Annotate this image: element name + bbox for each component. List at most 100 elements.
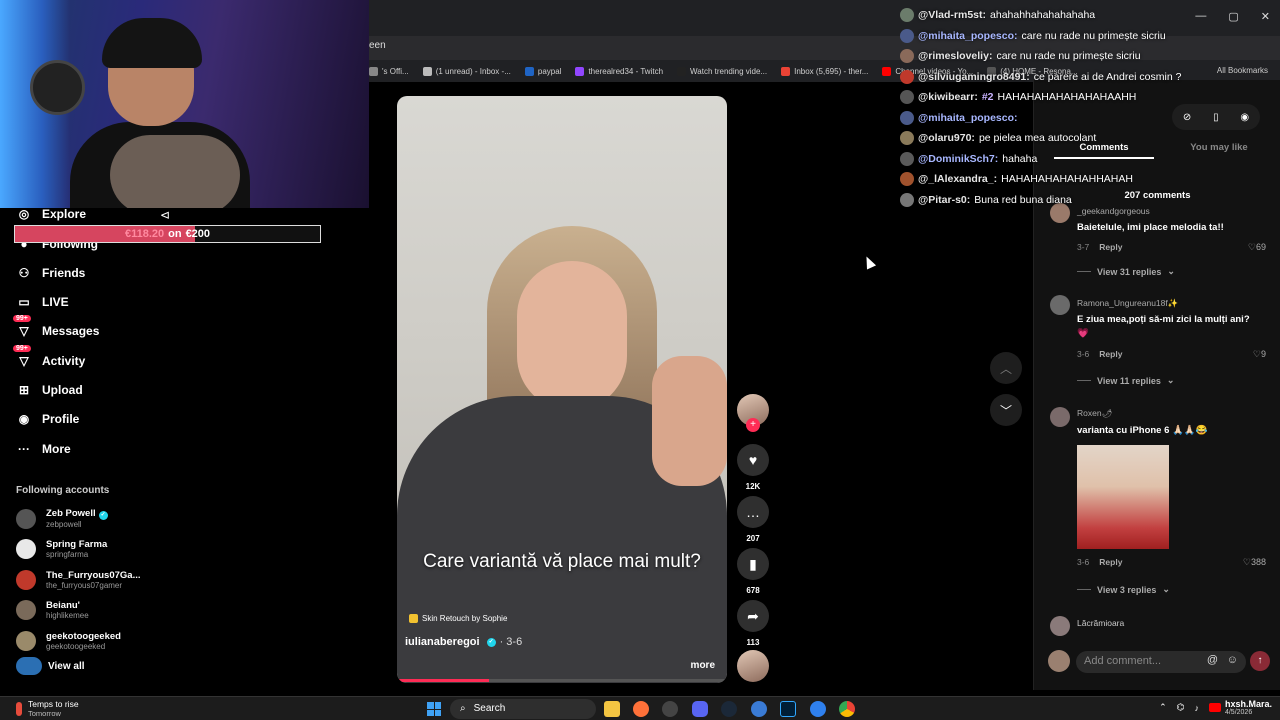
more-button[interactable]: more: [691, 660, 715, 671]
photoshop-icon[interactable]: [780, 701, 796, 717]
following-accounts-title: Following accounts: [16, 485, 110, 496]
verified-icon: ✓: [486, 637, 496, 647]
minimize-button[interactable]: —: [1195, 10, 1206, 23]
chevron-up-icon: ︿: [999, 361, 1012, 376]
view-all-link[interactable]: View all: [16, 657, 85, 675]
bookmark-item[interactable]: therealred34 - Twitch: [575, 66, 663, 76]
thermometer-icon: [16, 701, 22, 716]
maximize-button[interactable]: ▢: [1228, 10, 1238, 23]
comment-username[interactable]: Lăcrămioara: [1077, 618, 1124, 628]
close-button[interactable]: ✕: [1261, 10, 1270, 23]
comment-avatar[interactable]: [1050, 616, 1070, 636]
comment-item: Roxen🌶 varianta cu iPhone 6 🙏🏻🙏🏻😂 3-6 Re…: [1050, 407, 1270, 597]
video-progress-bar[interactable]: [397, 679, 727, 682]
sidebar-item-more[interactable]: ··· More: [16, 441, 71, 457]
sidebar-item-activity[interactable]: ▽ 99+ Activity: [13, 345, 85, 369]
follow-plus-icon[interactable]: +: [746, 418, 760, 432]
bookmark-favicon-icon: [882, 66, 892, 76]
bookmark-item[interactable]: 's Offi...: [369, 66, 409, 76]
previous-video-button[interactable]: ︿: [990, 352, 1022, 384]
emoji-icon[interactable]: ☺: [1227, 654, 1238, 666]
sound-avatar[interactable]: [737, 650, 769, 682]
chrome-icon[interactable]: [839, 701, 855, 717]
chat-text: ahahahhahahahahaha: [990, 9, 1096, 21]
comment-like[interactable]: ♡69: [1248, 242, 1266, 253]
account-name: geekotoogeeked: [46, 631, 121, 642]
bookmark-item[interactable]: paypal: [524, 66, 561, 76]
creator-avatar-group[interactable]: +: [737, 394, 769, 432]
share-action[interactable]: ➦ 113: [737, 600, 769, 647]
comment-like[interactable]: ♡388: [1243, 557, 1266, 568]
bookmark-icon[interactable]: ▮: [737, 548, 769, 580]
comment-username[interactable]: Roxen🌶: [1077, 408, 1112, 419]
tab-you-may-like[interactable]: You may like: [1174, 142, 1264, 153]
collapse-icon[interactable]: ⊲: [160, 208, 170, 222]
reply-button[interactable]: Reply: [1099, 242, 1122, 252]
comment-username[interactable]: Ramona_Ungureanu18f✨: [1077, 298, 1178, 309]
sidebar-item-profile[interactable]: ◉ Profile: [16, 411, 80, 427]
chat-text: hahaha: [1002, 152, 1038, 165]
all-bookmarks-link[interactable]: All Bookmarks: [1217, 66, 1268, 75]
share-icon[interactable]: ➦: [737, 600, 769, 632]
firefox-icon[interactable]: [633, 701, 649, 717]
add-comment-input[interactable]: Add comment... @ ☺: [1076, 651, 1246, 673]
comment-avatar[interactable]: [1050, 295, 1070, 315]
following-account[interactable]: Beianu' highlikemee: [16, 600, 89, 620]
next-video-button[interactable]: ﹀: [990, 394, 1022, 426]
sound-disc-icon[interactable]: [737, 650, 769, 682]
comment-like-count: 9: [1260, 349, 1266, 359]
app-icon[interactable]: [662, 701, 678, 717]
mention-icon[interactable]: @: [1207, 654, 1218, 666]
network-icon[interactable]: ⌬: [1177, 702, 1185, 713]
app3-icon[interactable]: [810, 701, 826, 717]
app2-icon[interactable]: [751, 701, 767, 717]
discord-icon[interactable]: [692, 701, 708, 717]
comment-like[interactable]: ♡9: [1253, 349, 1266, 360]
video-author[interactable]: iulianaberegoi ✓ · 3-6: [405, 636, 522, 648]
volume-icon[interactable]: ♪: [1194, 703, 1199, 713]
microphone-icon: [30, 60, 85, 115]
following-account[interactable]: geekotoogeeked geekotoogeeked: [16, 631, 121, 651]
start-button[interactable]: [427, 702, 441, 716]
cat: [110, 135, 240, 208]
comment-meta: 3-7 Reply: [1077, 242, 1122, 252]
following-account[interactable]: Spring Farma springfarma: [16, 539, 107, 559]
comment-icon[interactable]: …: [737, 496, 769, 528]
bookmark-item[interactable]: Inbox (5,695) - ther...: [781, 66, 868, 76]
save-action[interactable]: ▮ 678: [737, 548, 769, 595]
comment-photo[interactable]: [1077, 445, 1169, 549]
chat-text: HAHAHAHAHAHAHAHAAHH: [997, 91, 1137, 103]
following-account[interactable]: The_Furryous07Ga... the_furryous07gamer: [16, 570, 141, 590]
sidebar-item-friends[interactable]: ⚇ Friends: [16, 265, 86, 281]
reply-button[interactable]: Reply: [1099, 557, 1122, 567]
explore-icon[interactable]: ⊘: [1183, 112, 1191, 123]
chevron-up-icon[interactable]: ⌃: [1159, 702, 1167, 713]
sidebar-item-explore[interactable]: ◎ Explore: [16, 206, 86, 222]
sidebar-item-upload[interactable]: ⊞ Upload: [16, 382, 83, 398]
bookmark-item[interactable]: (1 unread) - Inbox -...: [422, 66, 511, 76]
comment-username[interactable]: _geekandgorgeous: [1077, 206, 1150, 216]
send-button[interactable]: ↑: [1250, 651, 1270, 671]
heart-icon[interactable]: ♥: [737, 444, 769, 476]
sidebar-item-messages[interactable]: ▽ 99+ Messages: [13, 315, 99, 339]
following-account[interactable]: Zeb Powell ✓ zebpowell: [16, 508, 108, 529]
sidebar-item-live[interactable]: ▭ LIVE: [16, 294, 68, 310]
reply-button[interactable]: Reply: [1099, 349, 1122, 359]
view-replies-button[interactable]: View 11 replies ⌄: [1077, 375, 1174, 386]
chat-message: @mihaita_popesco:: [900, 110, 1018, 125]
like-action[interactable]: ♥ 12K: [737, 444, 769, 491]
taskbar-search[interactable]: ⌕ Search: [450, 699, 596, 719]
effect-tag[interactable]: Skin Retouch by Sophie: [409, 614, 507, 623]
steam-icon[interactable]: [721, 701, 737, 717]
file-explorer-icon[interactable]: [604, 701, 620, 717]
bookmark-item[interactable]: Watch trending vide...: [677, 66, 767, 76]
video-player[interactable]: Care variantă vă place mai mult? Skin Re…: [397, 96, 727, 683]
comment-avatar[interactable]: [1050, 407, 1070, 427]
view-replies-button[interactable]: View 31 replies ⌄: [1077, 266, 1175, 277]
chat-username: @silviugamingro8491:: [918, 70, 1030, 83]
view-replies-button[interactable]: View 3 replies ⌄: [1077, 584, 1170, 595]
profile-avatar-icon[interactable]: ◉: [1240, 112, 1249, 123]
comment-action[interactable]: … 207: [737, 496, 769, 543]
weather-widget[interactable]: Temps to rise Tomorrow: [16, 699, 79, 718]
phone-icon[interactable]: ▯: [1213, 112, 1219, 123]
